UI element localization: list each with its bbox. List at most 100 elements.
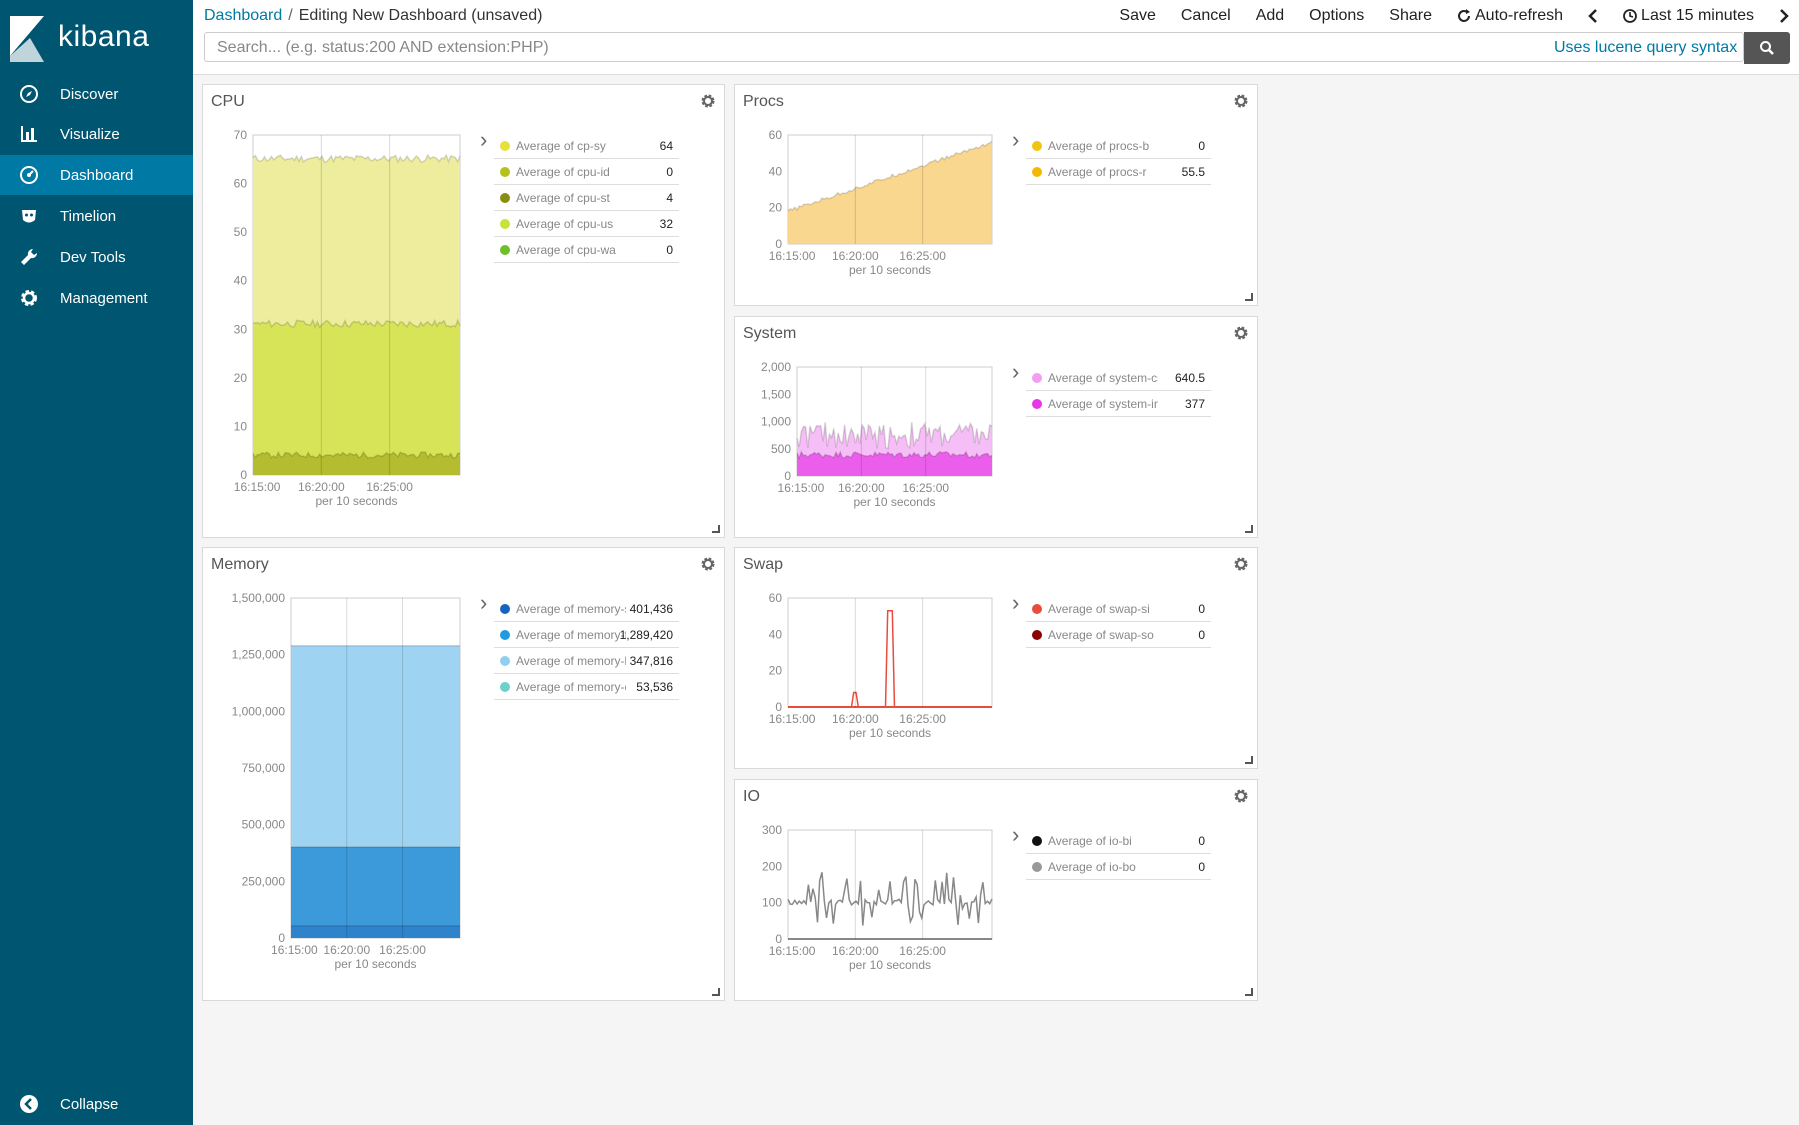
y-tick-label: 1,500,000 bbox=[232, 591, 286, 605]
legend-color-dot bbox=[1032, 398, 1042, 409]
x-tick-label: 16:25:00 bbox=[366, 480, 413, 494]
legend-item[interactable]: Average of cp-sy 64 bbox=[494, 133, 679, 159]
time-back-button[interactable] bbox=[1588, 9, 1598, 23]
legend-item[interactable]: Average of system-cs 640.5 bbox=[1026, 365, 1211, 391]
gear-icon[interactable] bbox=[1233, 325, 1249, 341]
legend-item[interactable]: Average of memory-free1,289,420 bbox=[494, 622, 679, 648]
top-bar: Dashboard / Editing New Dashboard (unsaved… bbox=[193, 0, 1799, 32]
legend-toggle-icon[interactable]: › bbox=[1012, 359, 1019, 385]
legend-item[interactable]: Average of system-in 377 bbox=[1026, 391, 1211, 417]
gear-icon[interactable] bbox=[1233, 788, 1249, 804]
legend-value: 0 bbox=[1198, 601, 1205, 616]
legend-value: 640.5 bbox=[1174, 370, 1205, 385]
legend-value: 377 bbox=[1184, 396, 1205, 411]
cancel-button[interactable]: Cancel bbox=[1181, 7, 1231, 25]
legend-label: Average of system-cs bbox=[1048, 370, 1158, 385]
x-tick-label: 16:20:00 bbox=[832, 249, 879, 263]
lucene-syntax-link[interactable]: Uses lucene query syntax bbox=[1554, 39, 1737, 57]
legend-color-dot bbox=[500, 603, 510, 614]
legend-color-dot bbox=[500, 166, 510, 177]
legend-toggle-icon[interactable]: › bbox=[1012, 822, 1019, 848]
time-picker-button[interactable]: Last 15 minutes bbox=[1623, 7, 1754, 25]
y-tick-label: 10 bbox=[234, 419, 248, 433]
kibana-logo[interactable]: kibana bbox=[10, 14, 190, 64]
legend-toggle-icon[interactable]: › bbox=[1012, 590, 1019, 616]
legend-label: Average of procs-b bbox=[1048, 138, 1150, 153]
gear-icon[interactable] bbox=[700, 556, 716, 572]
legend-label: Average of memory-free bbox=[516, 627, 626, 642]
resize-handle[interactable] bbox=[1245, 756, 1253, 764]
panel-system: System 0 500 1,000 1,500 2,000 16:15:00 16:20:0… bbox=[734, 316, 1258, 538]
search-input[interactable]: Search... (e.g. status:200 AND extension… bbox=[204, 32, 1744, 62]
sidebar-item-discover[interactable]: Discover bbox=[0, 74, 193, 114]
legend-value: 64 bbox=[659, 138, 673, 153]
sidebar-item-timelion[interactable]: Timelion bbox=[0, 196, 193, 236]
panel-swap: Swap 0 20 40 60 16:15:00 16:20:00 16:25:00 per 1… bbox=[734, 547, 1258, 769]
share-button[interactable]: Share bbox=[1389, 7, 1432, 25]
sidebar-item-label: Management bbox=[60, 289, 148, 307]
legend-color-dot bbox=[500, 140, 510, 151]
sidebar-item-dashboard[interactable]: Dashboard bbox=[0, 155, 193, 195]
gear-icon[interactable] bbox=[1233, 93, 1249, 109]
add-button[interactable]: Add bbox=[1256, 7, 1284, 25]
legend-item[interactable]: Average of cpu-us 32 bbox=[494, 211, 679, 237]
legend-item[interactable]: Average of memory-swpd401,436 bbox=[494, 596, 679, 622]
sidebar-item-dev-tools[interactable]: Dev Tools bbox=[0, 237, 193, 277]
chart-system: 05001,0001,5002,00016:15:00 16:20:00 16:25… bbox=[761, 360, 993, 509]
panel-io: IO 0 100 200 300 16:15:00 16:20:00 16:25:00 per … bbox=[734, 779, 1258, 1001]
legend-color-dot bbox=[500, 192, 510, 203]
legend-item[interactable]: Average of cpu-id 0 bbox=[494, 159, 679, 185]
resize-handle[interactable] bbox=[1245, 293, 1253, 301]
panel-procs: Procs 0 20 40 60 16:15:00 16:20:00 16:25:00 per … bbox=[734, 84, 1258, 306]
legend-label: Average of memory-swpd bbox=[516, 601, 626, 616]
legend-item[interactable]: Average of io-bi 0 bbox=[1026, 828, 1211, 854]
legend-color-dot bbox=[1032, 629, 1042, 640]
breadcrumb-dashboard-link[interactable]: Dashboard bbox=[204, 7, 282, 24]
search-row: Search... (e.g. status:200 AND extension… bbox=[193, 32, 1799, 75]
legend-item[interactable]: Average of cpu-st 4 bbox=[494, 185, 679, 211]
search-button[interactable] bbox=[1744, 32, 1790, 64]
resize-handle[interactable] bbox=[1245, 525, 1253, 533]
x-tick-label: 16:25:00 bbox=[899, 249, 946, 263]
breadcrumb-separator: / bbox=[288, 7, 293, 24]
resize-handle[interactable] bbox=[712, 525, 720, 533]
legend-item[interactable]: Average of swap-so 0 bbox=[1026, 622, 1211, 648]
collapse-button[interactable]: Collapse bbox=[0, 1084, 193, 1124]
legend-toggle-icon[interactable]: › bbox=[480, 127, 487, 153]
plot-area bbox=[787, 597, 993, 708]
resize-handle[interactable] bbox=[1245, 988, 1253, 996]
resize-handle[interactable] bbox=[712, 988, 720, 996]
options-button[interactable]: Options bbox=[1309, 7, 1364, 25]
legend-toggle-icon[interactable]: › bbox=[1012, 127, 1019, 153]
auto-refresh-button[interactable]: Auto-refresh bbox=[1457, 7, 1563, 25]
legend-item[interactable]: Average of memory-cache 53,536 bbox=[494, 674, 679, 700]
legend-item[interactable]: Average of cpu-wa 0 bbox=[494, 237, 679, 263]
legend-toggle-icon[interactable]: › bbox=[480, 590, 487, 616]
legend-value: 0 bbox=[666, 164, 673, 179]
y-tick-label: 500 bbox=[771, 442, 791, 456]
legend-value: 0 bbox=[1198, 833, 1205, 848]
legend-color-dot bbox=[1032, 603, 1042, 614]
x-tick-label: 16:20:00 bbox=[323, 943, 370, 957]
save-button[interactable]: Save bbox=[1119, 7, 1155, 25]
legend-color-dot bbox=[500, 655, 510, 666]
x-tick-label: 16:20:00 bbox=[838, 481, 885, 495]
x-tick-label: 16:25:00 bbox=[899, 712, 946, 726]
sidebar-item-management[interactable]: Management bbox=[0, 278, 193, 318]
legend-item[interactable]: Average of io-bo 0 bbox=[1026, 854, 1211, 880]
legend-color-dot bbox=[1032, 140, 1042, 151]
legend-item[interactable]: Average of memory-buff347,816 bbox=[494, 648, 679, 674]
legend-item[interactable]: Average of swap-si 0 bbox=[1026, 596, 1211, 622]
sidebar-item-visualize[interactable]: Visualize bbox=[0, 114, 193, 154]
legend-color-dot bbox=[1032, 372, 1042, 383]
time-forward-button[interactable] bbox=[1779, 9, 1789, 23]
clock-icon bbox=[1623, 9, 1637, 23]
legend-item[interactable]: Average of procs-r 55.5 bbox=[1026, 159, 1211, 185]
y-tick-label: 60 bbox=[234, 177, 248, 191]
legend-item[interactable]: Average of procs-b 0 bbox=[1026, 133, 1211, 159]
y-tick-label: 40 bbox=[234, 274, 248, 288]
y-tick-label: 40 bbox=[769, 164, 783, 178]
gear-icon[interactable] bbox=[1233, 556, 1249, 572]
legend: ›Average of memory-swpd401,436Average of… bbox=[480, 590, 679, 700]
gear-icon[interactable] bbox=[700, 93, 716, 109]
